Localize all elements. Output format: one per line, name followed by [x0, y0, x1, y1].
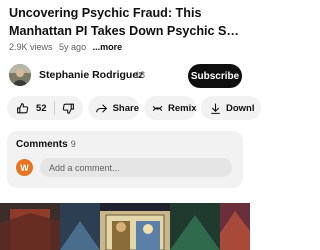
video-meta[interactable]: 2.9K views 5y ago ...more [9, 42, 126, 52]
upload-age: 5y ago [59, 42, 87, 52]
user-avatar: W [16, 159, 33, 176]
video-title-line-1: Uncovering Psychic Fraud: This [9, 6, 202, 20]
comments-title: Comments [16, 139, 68, 150]
channel-name[interactable]: Stephanie Rodriguez [39, 69, 143, 81]
video-title-line-2: Manhattan PI Takes Down Psychic Swin… [9, 24, 241, 38]
video-title[interactable]: Uncovering Psychic Fraud: This Manhattan… [9, 4, 241, 40]
video-thumbnail[interactable] [0, 203, 250, 250]
remix-label: Remix [168, 102, 196, 114]
like-dislike-pill: 52 [7, 96, 83, 120]
like-count[interactable]: 52 [36, 103, 47, 114]
share-button[interactable]: Share [88, 96, 139, 120]
download-label: Downl [226, 102, 255, 114]
comments-count: 9 [70, 139, 76, 149]
channel-avatar[interactable] [9, 64, 31, 86]
channel-row: Stephanie Rodriguez 18 Subscribe [0, 62, 250, 90]
subscriber-count: 18 [135, 70, 146, 80]
comments-header: Comments 9 [16, 139, 76, 150]
share-arrow-icon [95, 101, 109, 115]
thumbs-down-icon[interactable] [61, 101, 75, 115]
download-button[interactable]: Downl [201, 96, 261, 120]
thumbnail-artwork [0, 203, 250, 250]
comments-panel[interactable]: Comments 9 W Add a comment... [7, 131, 243, 188]
remix-icon [151, 101, 164, 115]
view-count: 2.9K views [9, 42, 53, 52]
action-bar: 52 Share Remix Downl [0, 96, 261, 120]
add-comment-input[interactable]: Add a comment... [40, 158, 232, 177]
thumbs-up-icon[interactable] [15, 101, 29, 115]
channel-avatar-image [9, 64, 31, 86]
download-icon [208, 101, 222, 115]
remix-button[interactable]: Remix [144, 96, 196, 120]
more-link[interactable]: ...more [93, 42, 123, 52]
subscribe-button[interactable]: Subscribe [188, 64, 242, 88]
share-label: Share [112, 102, 139, 114]
like-divider [54, 101, 55, 115]
